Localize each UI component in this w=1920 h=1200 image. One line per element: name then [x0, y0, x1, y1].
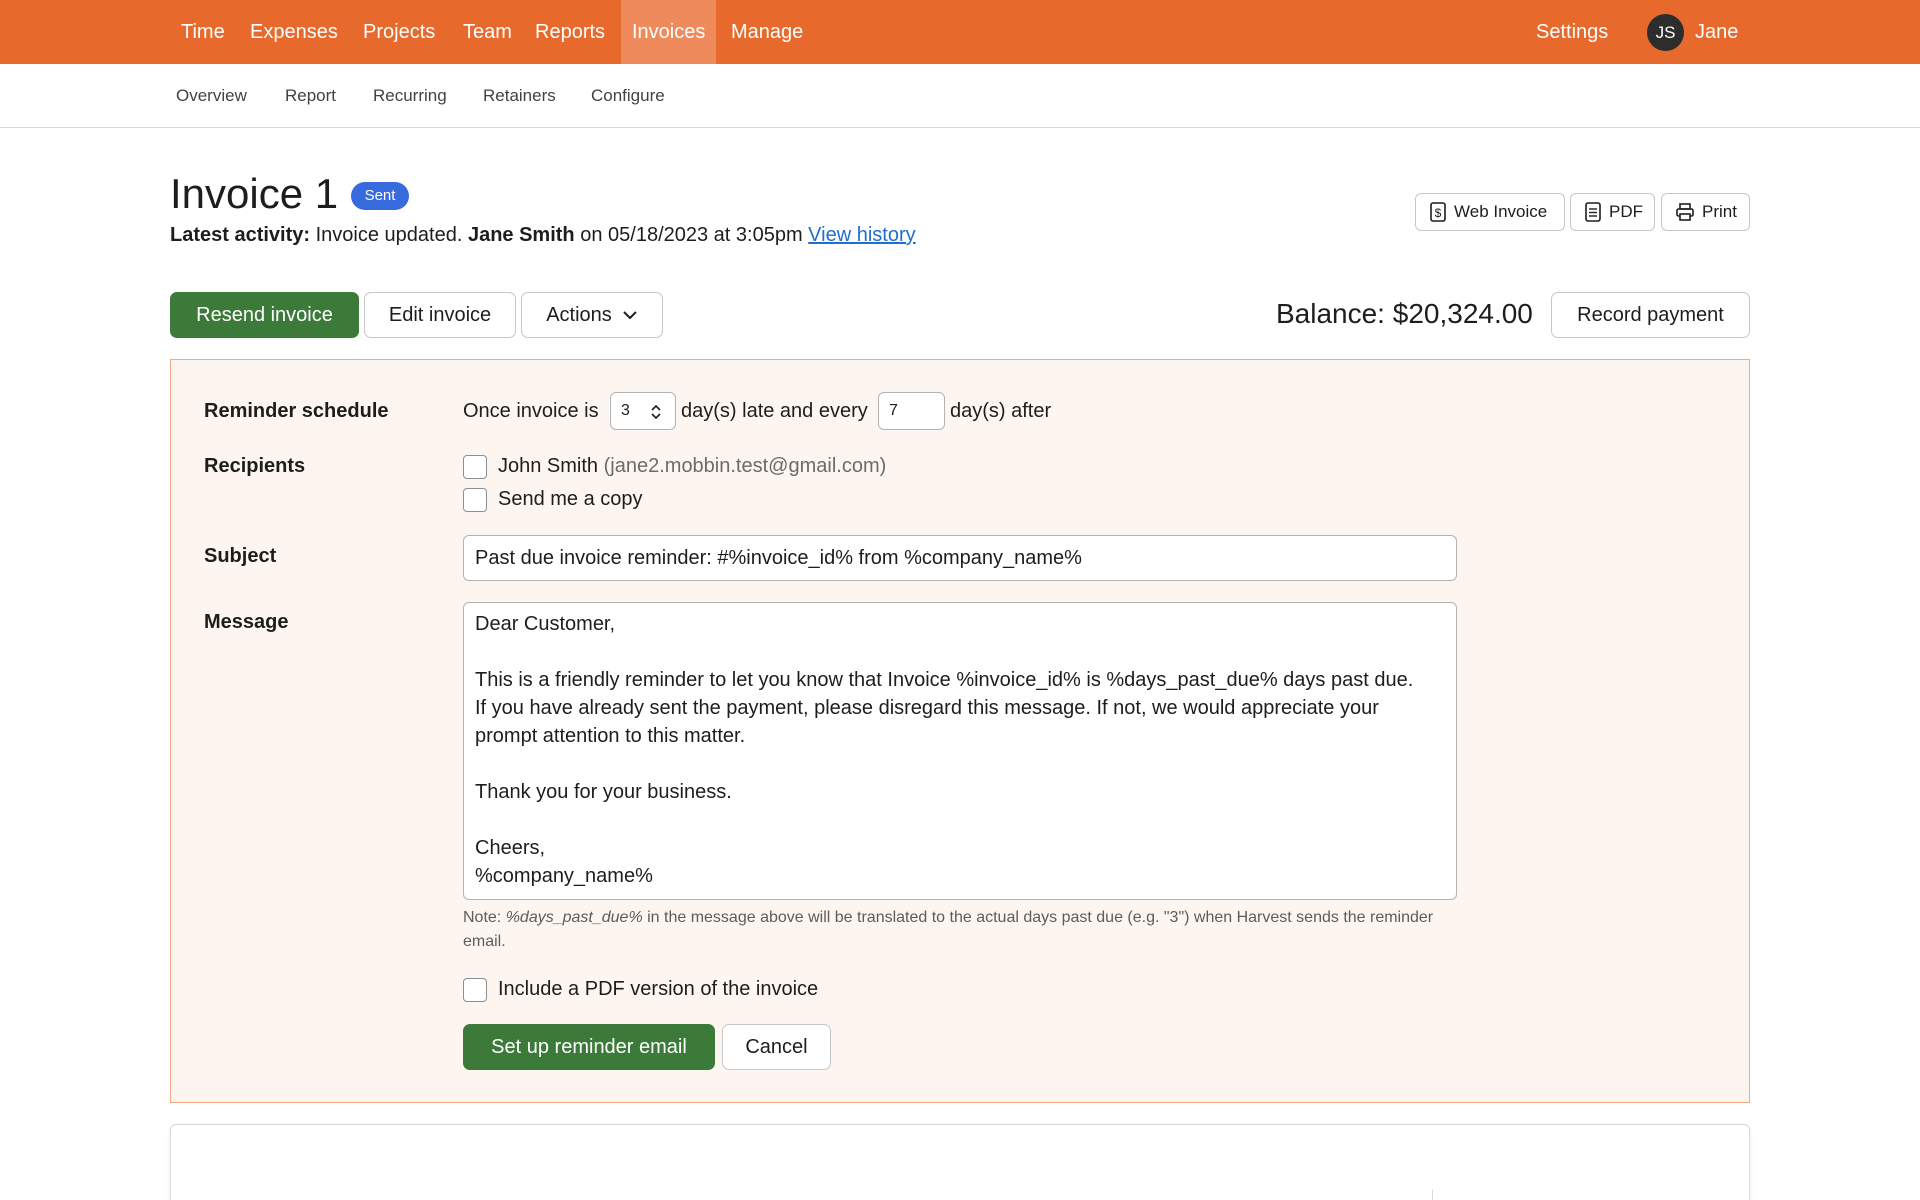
message-line: prompt attention to this matter. [475, 725, 746, 747]
subject-input[interactable]: Past due invoice reminder: #%invoice_id%… [463, 535, 1457, 581]
message-line: Cheers, [475, 837, 546, 859]
edit-invoice-button[interactable]: Edit invoice [364, 292, 516, 338]
nav-expenses[interactable]: Expenses [239, 0, 349, 64]
nav-time[interactable]: Time [170, 0, 236, 64]
subnav-configure[interactable]: Configure [591, 64, 665, 128]
message-label: Message [204, 611, 289, 633]
subnav-report[interactable]: Report [285, 64, 336, 128]
user-menu[interactable]: Jane [1695, 0, 1738, 64]
stepper-arrows-icon[interactable] [651, 404, 661, 420]
recipients-label: Recipients [204, 455, 306, 477]
message-line: Dear Customer, [475, 613, 616, 635]
once-text: Once invoice is [463, 400, 599, 422]
cancel-button[interactable]: Cancel [722, 1024, 831, 1070]
activity-when: on 05/18/2023 at 3:05pm [574, 224, 809, 246]
note-prefix: Note: [463, 909, 506, 926]
after-text: day(s) after [950, 400, 1052, 422]
divider [1432, 1190, 1433, 1200]
subnav-overview[interactable]: Overview [176, 64, 247, 128]
invoice-preview-card [170, 1124, 1750, 1200]
message-line: If you have already sent the payment, pl… [475, 697, 1379, 719]
nav-team[interactable]: Team [452, 0, 523, 64]
top-navigation: Time Expenses Projects Team Reports Invo… [0, 0, 1920, 64]
web-invoice-button[interactable]: $ Web Invoice [1415, 193, 1565, 231]
subject-label: Subject [204, 545, 277, 567]
include-pdf-checkbox[interactable] [463, 978, 487, 1002]
actions-label: Actions [546, 303, 612, 326]
latest-activity: Latest activity: Invoice updated. Jane S… [170, 224, 916, 247]
reminder-schedule-label: Reminder schedule [204, 400, 389, 422]
activity-user: Jane Smith [467, 224, 575, 246]
every-days-input[interactable]: 7 [878, 392, 945, 430]
web-invoice-label: Web Invoice [1454, 202, 1548, 221]
recipient-email: (jane2.mobbin.test@gmail.com) [603, 455, 887, 477]
view-history-link[interactable]: View history [808, 224, 915, 246]
subnav-recurring[interactable]: Recurring [373, 64, 447, 128]
status-badge: Sent [351, 182, 409, 210]
document-icon [1585, 202, 1601, 222]
reminder-panel: Reminder schedule Once invoice is 3 day(… [170, 359, 1750, 1103]
message-textarea[interactable]: Dear Customer, This is a friendly remind… [463, 602, 1457, 900]
actions-dropdown[interactable]: Actions [521, 292, 663, 338]
message-note: Note: %days_past_due% in the message abo… [463, 906, 1463, 954]
nav-invoices[interactable]: Invoices [621, 0, 717, 64]
page-title: Invoice 1 [170, 170, 339, 217]
pdf-button[interactable]: PDF [1570, 193, 1655, 231]
print-label: Print [1702, 202, 1737, 221]
activity-label: Latest activity: [170, 224, 311, 246]
send-copy-checkbox[interactable] [463, 488, 487, 512]
recipient-checkbox[interactable] [463, 455, 487, 479]
days-late-value: 3 [621, 402, 630, 419]
note-variable: %days_past_due% [505, 909, 643, 926]
message-line: This is a friendly reminder to let you k… [475, 669, 1414, 691]
nav-settings[interactable]: Settings [1536, 0, 1608, 64]
pdf-label: PDF [1609, 202, 1643, 221]
send-copy-label: Send me a copy [498, 488, 643, 510]
nav-reports[interactable]: Reports [524, 0, 616, 64]
recipient-entry: John Smith (jane2.mobbin.test@gmail.com) [498, 455, 886, 478]
subnav-retainers[interactable]: Retainers [483, 64, 556, 128]
dollar-document-icon: $ [1430, 202, 1446, 222]
avatar[interactable]: JS [1647, 14, 1684, 51]
resend-invoice-button[interactable]: Resend invoice [170, 292, 359, 338]
message-line: %company_name% [475, 865, 653, 887]
print-button[interactable]: Print [1661, 193, 1750, 231]
svg-text:$: $ [1435, 206, 1442, 220]
nav-manage[interactable]: Manage [720, 0, 814, 64]
sub-navigation: Overview Report Recurring Retainers Conf… [0, 64, 1920, 128]
late-text: day(s) late and every [681, 400, 868, 422]
printer-icon [1676, 203, 1694, 221]
nav-projects[interactable]: Projects [352, 0, 446, 64]
days-late-stepper[interactable]: 3 [610, 392, 676, 430]
activity-text: Invoice updated. [310, 224, 468, 246]
include-pdf-label: Include a PDF version of the invoice [498, 978, 819, 1000]
recipient-name: John Smith [498, 455, 599, 477]
balance-amount: Balance: $20,324.00 [1276, 298, 1533, 329]
set-up-reminder-button[interactable]: Set up reminder email [463, 1024, 715, 1070]
record-payment-button[interactable]: Record payment [1551, 292, 1750, 338]
message-line: Thank you for your business. [475, 781, 732, 803]
chevron-down-icon [623, 311, 637, 320]
